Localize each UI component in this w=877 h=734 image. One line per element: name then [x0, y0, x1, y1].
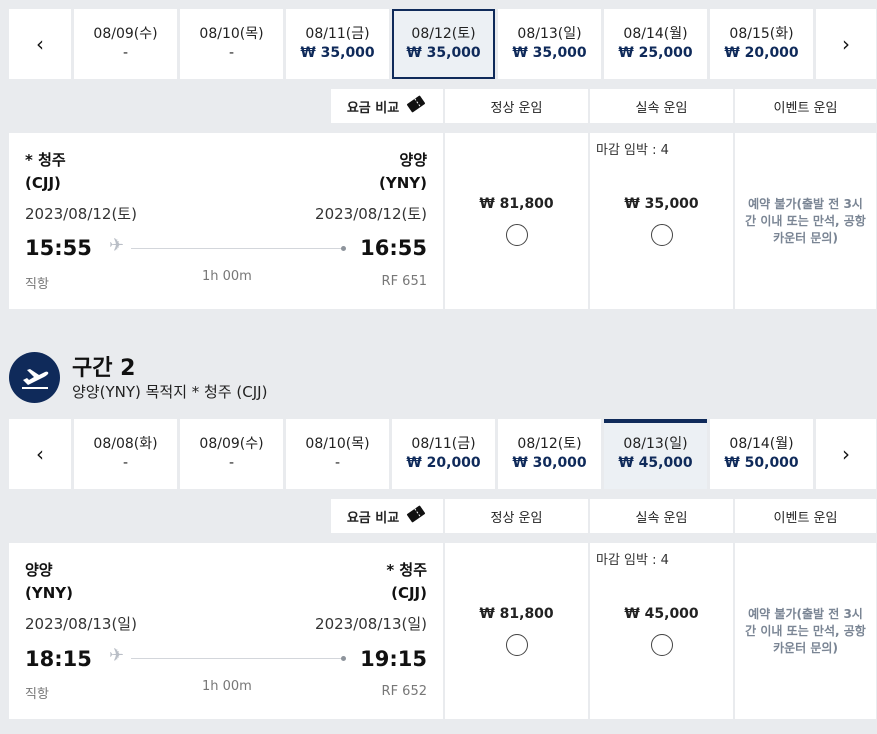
date-tab[interactable]: 08/09(수) -	[74, 9, 177, 79]
segment-title: 구간 2	[72, 356, 136, 381]
ticket-icon	[405, 95, 427, 117]
date-tab[interactable]: 08/15(화) ₩ 20,000	[710, 9, 813, 79]
flight-number: RF 652	[381, 684, 427, 699]
date-tab[interactable]: 08/13(일) ₩ 35,000	[498, 9, 601, 79]
departure-time: 15:55	[25, 236, 92, 260]
normal-fare-header: 정상 운임	[445, 499, 588, 533]
discount-fare-price: ₩ 45,000	[624, 606, 699, 622]
normal-fare-cell: ₩ 81,800	[445, 133, 588, 309]
arrival-time: 19:15	[360, 647, 427, 671]
destination-city: 양양	[399, 151, 427, 169]
flight-number: RF 651	[381, 274, 427, 289]
segment-route: 양양(YNY) 목적지 * 청주 (CJJ)	[72, 383, 268, 401]
deadline-notice: 마감 임박 : 4	[596, 553, 669, 568]
date-tab[interactable]: 08/09(수) -	[180, 419, 283, 489]
discount-fare-header: 실속 운임	[590, 499, 733, 533]
normal-fare-header: 정상 운임	[445, 89, 588, 123]
departure-time: 18:15	[25, 647, 92, 671]
normal-fare-cell: ₩ 81,800	[445, 543, 588, 719]
segment-2-header: 구간 2 양양(YNY) 목적지 * 청주 (CJJ)	[9, 350, 509, 410]
route-end-dot	[341, 246, 346, 251]
prev-dates-button[interactable]: ‹	[9, 419, 71, 489]
flight-row-segment-1: * 청주 (CJJ) 양양 (YNY) 2023/08/12(토) 2023/0…	[9, 133, 876, 309]
deadline-notice: 마감 임박 : 4	[596, 143, 669, 158]
date-tab[interactable]: 08/12(토) ₩ 30,000	[498, 419, 601, 489]
event-fare-header: 이벤트 운임	[735, 89, 876, 123]
event-fare-cell: 예약 불가(출발 전 3시간 이내 또는 만석, 공항 카운터 문의)	[735, 543, 876, 719]
arrival-time: 16:55	[360, 236, 427, 260]
date-tab[interactable]: 08/11(금) ₩ 20,000	[392, 419, 495, 489]
next-dates-button[interactable]: ›	[816, 9, 876, 79]
discount-fare-cell: 마감 임박 : 4 ₩ 35,000	[590, 133, 733, 309]
date-bar-segment-2: ‹ 08/08(화) - 08/09(수) - 08/10(목) - 08/11(금)…	[9, 419, 877, 489]
date-bar-segment-1: ‹ 08/09(수) - 08/10(목) - 08/11(금) ₩ 35,000 0…	[9, 9, 877, 79]
arrival-date: 2023/08/13(일)	[315, 615, 427, 633]
takeoff-icon	[9, 352, 60, 403]
event-fare-unavailable: 예약 불가(출발 전 3시간 이내 또는 만석, 공항 카운터 문의)	[745, 607, 866, 655]
prev-dates-button[interactable]: ‹	[9, 9, 71, 79]
discount-fare-header: 실속 운임	[590, 89, 733, 123]
fare-header-segment-1: 요금 비교 정상 운임 실속 운임 이벤트 운임	[331, 89, 876, 123]
discount-fare-cell: 마감 임박 : 4 ₩ 45,000	[590, 543, 733, 719]
chevron-left-icon: ‹	[36, 442, 44, 466]
origin-city: 양양	[25, 561, 53, 579]
fare-compare-button[interactable]: 요금 비교	[331, 499, 443, 533]
origin-code: (YNY)	[25, 584, 73, 602]
normal-fare-radio[interactable]	[506, 634, 528, 656]
flight-info: * 청주 (CJJ) 양양 (YNY) 2023/08/12(토) 2023/0…	[9, 133, 443, 309]
arrival-date: 2023/08/12(토)	[315, 205, 427, 223]
origin-city: * 청주	[25, 151, 66, 169]
event-fare-cell: 예약 불가(출발 전 3시간 이내 또는 만석, 공항 카운터 문의)	[735, 133, 876, 309]
chevron-right-icon: ›	[842, 32, 850, 56]
airplane-icon: ✈	[109, 235, 125, 256]
destination-code: (YNY)	[379, 174, 427, 192]
flight-type: 직항	[25, 687, 49, 702]
origin-code: (CJJ)	[25, 174, 61, 192]
discount-fare-price: ₩ 35,000	[624, 196, 699, 212]
chevron-left-icon: ‹	[36, 32, 44, 56]
destination-code: (CJJ)	[391, 584, 427, 602]
date-tab-selected[interactable]: 08/13(일) ₩ 45,000	[604, 419, 707, 489]
date-tab-selected[interactable]: 08/12(토) ₩ 35,000	[392, 9, 495, 79]
departure-date: 2023/08/13(일)	[25, 615, 137, 633]
date-tab[interactable]: 08/10(목) -	[286, 419, 389, 489]
normal-fare-price: ₩ 81,800	[479, 196, 554, 212]
route-line	[131, 658, 343, 659]
route-line	[131, 248, 343, 249]
route-end-dot	[341, 656, 346, 661]
flight-type: 직항	[25, 277, 49, 292]
flight-row-segment-2: 양양 (YNY) * 청주 (CJJ) 2023/08/13(일) 2023/0…	[9, 543, 876, 719]
destination-city: * 청주	[386, 561, 427, 579]
date-tab[interactable]: 08/11(금) ₩ 35,000	[286, 9, 389, 79]
date-tab[interactable]: 08/14(월) ₩ 25,000	[604, 9, 707, 79]
date-tab[interactable]: 08/08(화) -	[74, 419, 177, 489]
fare-compare-button[interactable]: 요금 비교	[331, 89, 443, 123]
airplane-icon: ✈	[109, 645, 125, 666]
date-tab[interactable]: 08/14(월) ₩ 50,000	[710, 419, 813, 489]
event-fare-unavailable: 예약 불가(출발 전 3시간 이내 또는 만석, 공항 카운터 문의)	[745, 197, 866, 245]
discount-fare-radio[interactable]	[651, 224, 673, 246]
event-fare-header: 이벤트 운임	[735, 499, 876, 533]
normal-fare-price: ₩ 81,800	[479, 606, 554, 622]
normal-fare-radio[interactable]	[506, 224, 528, 246]
chevron-right-icon: ›	[842, 442, 850, 466]
fare-header-segment-2: 요금 비교 정상 운임 실속 운임 이벤트 운임	[331, 499, 876, 533]
departure-date: 2023/08/12(토)	[25, 205, 137, 223]
ticket-icon	[405, 505, 427, 527]
flight-duration: 1h 00m	[202, 269, 252, 284]
flight-info: 양양 (YNY) * 청주 (CJJ) 2023/08/13(일) 2023/0…	[9, 543, 443, 719]
date-tab[interactable]: 08/10(목) -	[180, 9, 283, 79]
next-dates-button[interactable]: ›	[816, 419, 876, 489]
discount-fare-radio[interactable]	[651, 634, 673, 656]
flight-duration: 1h 00m	[202, 679, 252, 694]
